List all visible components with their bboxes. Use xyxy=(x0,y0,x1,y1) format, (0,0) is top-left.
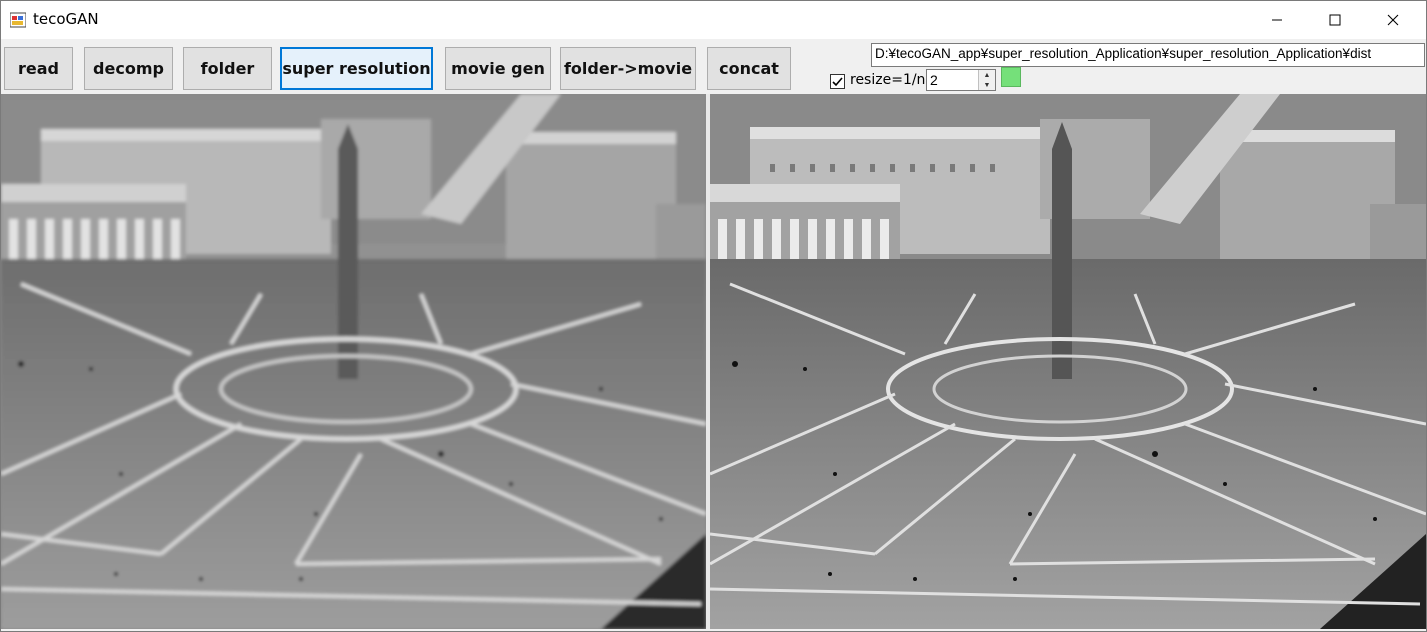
resize-checkbox[interactable] xyxy=(830,74,845,89)
folder-to-movie-button[interactable]: folder->movie xyxy=(560,47,696,90)
super-resolution-button[interactable]: super resolution xyxy=(280,47,433,90)
decomp-button[interactable]: decomp xyxy=(84,47,173,90)
output-image-pane xyxy=(710,94,1426,629)
close-icon xyxy=(1387,14,1399,26)
input-image-pane xyxy=(1,94,706,629)
minimize-icon xyxy=(1271,14,1283,26)
resize-n-stepper[interactable]: 2 ▲ ▼ xyxy=(926,69,996,91)
maximize-button[interactable] xyxy=(1306,1,1364,39)
folder-button[interactable]: folder xyxy=(183,47,272,90)
input-frame-image xyxy=(1,94,706,629)
read-button[interactable]: read xyxy=(4,47,73,90)
check-icon xyxy=(831,75,844,88)
status-indicator xyxy=(1001,67,1021,87)
stepper-down-button[interactable]: ▼ xyxy=(979,80,995,90)
stepper-up-button[interactable]: ▲ xyxy=(979,70,995,80)
output-frame-image xyxy=(710,94,1426,629)
resize-n-value[interactable]: 2 xyxy=(930,72,938,88)
title-bar[interactable]: tecoGAN xyxy=(1,1,1426,39)
maximize-icon xyxy=(1329,14,1341,26)
app-window: tecoGAN read decomp folder super resolut… xyxy=(0,0,1427,632)
path-input[interactable]: D:¥tecoGAN_app¥super_resolution_Applicat… xyxy=(871,43,1425,67)
close-button[interactable] xyxy=(1364,1,1422,39)
resize-label: resize=1/n xyxy=(850,72,926,88)
window-title: tecoGAN xyxy=(33,10,99,28)
movie-gen-button[interactable]: movie gen xyxy=(445,47,551,90)
chevron-down-icon: ▼ xyxy=(983,81,991,89)
chevron-up-icon: ▲ xyxy=(983,71,991,79)
stepper-buttons: ▲ ▼ xyxy=(978,70,995,90)
concat-button[interactable]: concat xyxy=(707,47,791,90)
app-icon xyxy=(10,12,26,28)
minimize-button[interactable] xyxy=(1248,1,1306,39)
